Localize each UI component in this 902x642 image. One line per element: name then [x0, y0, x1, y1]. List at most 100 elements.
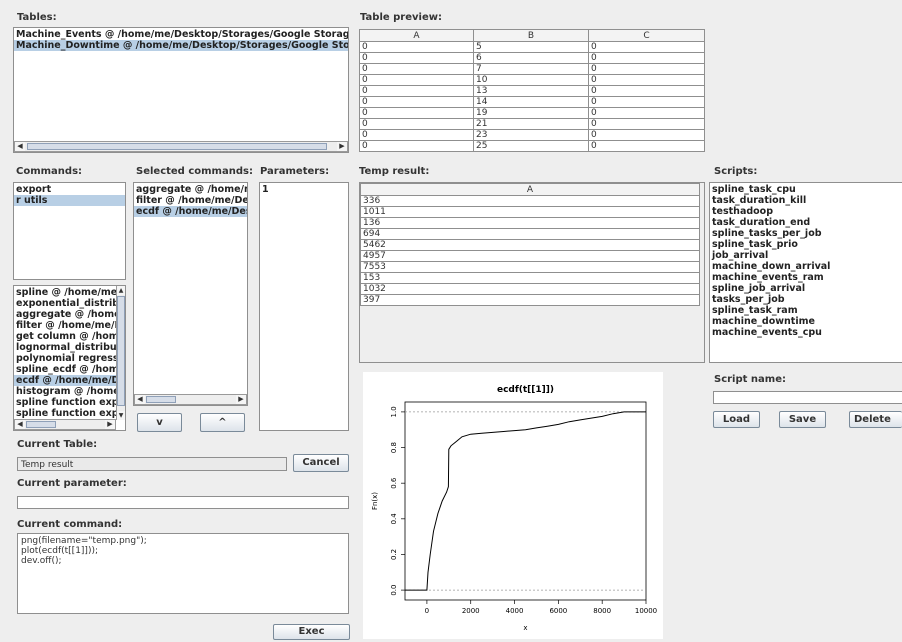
table-cell[interactable]: 0 — [359, 63, 474, 75]
temp-result-panel[interactable]: A 336 1011 136 694 5462 4957 7553 153 1032 397 — [359, 182, 705, 363]
table-list-item[interactable]: Machine_Downtime @ /home/me/Desktop/Stor… — [14, 40, 348, 51]
script-list-item[interactable]: spline_task_cpu — [710, 184, 902, 195]
command-list-item[interactable]: r utils — [14, 195, 125, 206]
table-row[interactable]: 336 — [360, 195, 700, 207]
table-cell[interactable]: 153 — [360, 272, 700, 284]
exec-button[interactable]: Exec — [273, 624, 350, 640]
table-cell[interactable]: 0 — [359, 52, 474, 64]
script-list-item[interactable]: task_duration_end — [710, 217, 902, 228]
table-list-item[interactable]: Machine_Events @ /home/me/Desktop/Storag… — [14, 29, 348, 40]
function-list-item[interactable]: exponential_distribution — [14, 298, 116, 309]
scroll-left-icon[interactable]: ◀ — [15, 142, 25, 151]
table-cell[interactable]: 5462 — [360, 239, 700, 251]
save-button[interactable]: Save — [779, 411, 826, 428]
table-row[interactable]: 0 14 0 — [359, 96, 705, 108]
functions-list[interactable]: spline @ /home/me/Desktopexponential_dis… — [13, 285, 126, 431]
table-row[interactable]: 153 — [360, 272, 700, 284]
function-list-item[interactable]: spline @ /home/me/Desktop — [14, 287, 116, 298]
table-cell[interactable]: 397 — [360, 294, 700, 306]
selected-command-item[interactable]: ecdf @ /home/me/Desktop — [134, 206, 247, 217]
script-list-item[interactable]: spline_job_arrival — [710, 283, 902, 294]
selected-command-item[interactable]: filter @ /home/me/Desktop — [134, 195, 247, 206]
table-cell[interactable]: 0 — [359, 85, 474, 97]
preview-column-header[interactable]: A — [359, 29, 474, 42]
table-cell[interactable]: 13 — [473, 85, 589, 97]
table-row[interactable]: 1032 — [360, 283, 700, 295]
current-command-editor[interactable]: png(filename="temp.png"); plot(ecdf(t[[1… — [17, 533, 349, 614]
parameter-item[interactable]: 1 — [260, 184, 348, 195]
selected-hscroll-thumb[interactable] — [146, 396, 176, 403]
table-row[interactable]: 070 — [359, 63, 705, 75]
table-cell[interactable]: 0 — [588, 140, 705, 152]
function-list-item[interactable]: filter @ /home/me/Desktop — [14, 320, 116, 331]
table-row[interactable]: 060 — [359, 52, 705, 64]
table-row[interactable]: 0 21 0 — [359, 118, 705, 130]
script-list-item[interactable]: spline_tasks_per_job — [710, 228, 902, 239]
table-cell[interactable]: 10 — [473, 74, 589, 86]
table-cell[interactable]: 4957 — [360, 250, 700, 262]
table-cell[interactable]: 0 — [359, 96, 474, 108]
table-cell[interactable]: 6 — [473, 52, 589, 64]
table-cell[interactable]: 694 — [360, 228, 700, 240]
tables-hscroll-thumb[interactable] — [27, 143, 327, 150]
table-cell[interactable]: 0 — [588, 118, 705, 130]
script-list-item[interactable]: spline_task_ram — [710, 305, 902, 316]
selected-command-item[interactable]: aggregate @ /home/me/Desktop — [134, 184, 247, 195]
table-cell[interactable]: 0 — [588, 52, 705, 64]
functions-vscroll-thumb[interactable] — [117, 296, 125, 406]
load-button[interactable]: Load — [713, 411, 760, 428]
function-list-item[interactable]: spline_ecdf @ /home/me/Desktop — [14, 364, 116, 375]
table-cell[interactable]: 0 — [588, 96, 705, 108]
commands-list[interactable]: export r utils — [13, 182, 126, 280]
scroll-left-icon[interactable]: ◀ — [135, 395, 145, 404]
scroll-up-icon[interactable]: ▲ — [117, 286, 125, 295]
script-name-input[interactable] — [713, 391, 902, 404]
function-list-item[interactable]: aggregate @ /home/me/Desktop — [14, 309, 116, 320]
table-row[interactable]: 694 — [360, 228, 700, 240]
table-row[interactable]: 0 13 0 — [359, 85, 705, 97]
table-row[interactable]: 136 — [360, 217, 700, 229]
table-cell[interactable]: 0 — [359, 74, 474, 86]
table-cell[interactable]: 1032 — [360, 283, 700, 295]
table-cell[interactable]: 0 — [359, 118, 474, 130]
script-list-item[interactable]: machine_events_ram — [710, 272, 902, 283]
scroll-right-icon[interactable]: ▶ — [337, 142, 347, 151]
temp-result-column-header[interactable]: A — [360, 183, 700, 196]
preview-column-header[interactable]: B — [473, 29, 589, 42]
selected-commands-list[interactable]: aggregate @ /home/me/Desktopfilter @ /ho… — [133, 182, 248, 406]
table-row[interactable]: 050 — [359, 41, 705, 53]
table-cell[interactable]: 25 — [473, 140, 589, 152]
command-list-item[interactable]: export — [14, 184, 125, 195]
table-cell[interactable]: 336 — [360, 195, 700, 207]
tables-hscrollbar[interactable]: ◀ ▶ — [14, 141, 348, 152]
table-cell[interactable]: 21 — [473, 118, 589, 130]
script-list-item[interactable]: task_duration_kill — [710, 195, 902, 206]
function-list-item[interactable]: histogram @ /home/me/Desktop — [14, 386, 116, 397]
scroll-right-icon[interactable]: ▶ — [105, 420, 115, 429]
scroll-left-icon[interactable]: ◀ — [15, 420, 25, 429]
table-cell[interactable]: 0 — [588, 107, 705, 119]
script-list-item[interactable]: testhadoop — [710, 206, 902, 217]
table-row[interactable]: 0 19 0 — [359, 107, 705, 119]
table-row[interactable]: 0 10 0 — [359, 74, 705, 86]
functions-hscroll-thumb[interactable] — [26, 421, 56, 428]
table-row[interactable]: 0 23 0 — [359, 129, 705, 141]
script-list-item[interactable]: spline_task_prio — [710, 239, 902, 250]
move-down-button[interactable]: v — [137, 413, 182, 432]
table-cell[interactable]: 136 — [360, 217, 700, 229]
functions-vscrollbar[interactable]: ▲ ▼ — [116, 286, 125, 420]
functions-hscrollbar[interactable]: ◀ ▶ — [14, 419, 116, 430]
table-cell[interactable]: 0 — [588, 85, 705, 97]
move-up-button[interactable]: ^ — [200, 413, 245, 432]
table-cell[interactable]: 23 — [473, 129, 589, 141]
scripts-list[interactable]: spline_task_cpu task_duration_kill testhad… — [709, 182, 902, 363]
script-list-item[interactable]: machine_events_cpu — [710, 327, 902, 338]
table-cell[interactable]: 0 — [359, 129, 474, 141]
delete-button[interactable]: Delete — [849, 411, 902, 428]
current-parameter-input[interactable] — [17, 496, 349, 509]
function-list-item[interactable]: polynomial regression — [14, 353, 116, 364]
table-preview[interactable]: ABC 0 5 0 0 6 0 0 7 0 0 10 0 0 13 0 0 14 0 0 19 0 0 21 0 0 23 0 0 25… — [359, 29, 705, 152]
function-list-item[interactable]: spline function export — [14, 397, 116, 408]
table-cell[interactable]: 0 — [588, 41, 705, 53]
script-list-item[interactable]: machine_down_arrival — [710, 261, 902, 272]
